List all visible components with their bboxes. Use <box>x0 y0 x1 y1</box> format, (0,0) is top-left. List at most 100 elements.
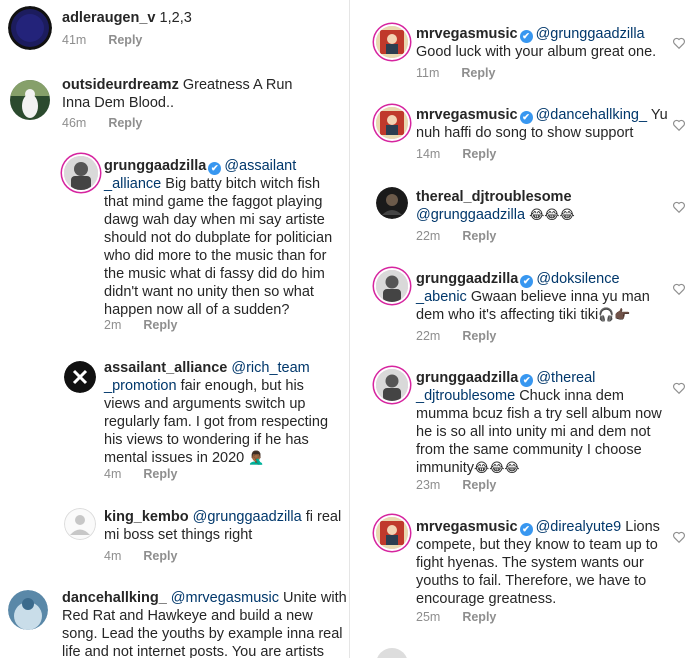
comment-body: mrvegasmusic ✔ @direalyute9 Lions compete,… <box>416 518 676 608</box>
comment-body: grunggaadzilla ✔ @doksilence _abenic Gwaan … <box>416 270 676 325</box>
verified-icon: ✔ <box>520 374 534 387</box>
avatar[interactable] <box>8 590 48 630</box>
comment-body: grunggaadzilla ✔ @assailant _alliance Big b… <box>104 157 344 319</box>
avatar[interactable] <box>8 6 52 50</box>
avatar[interactable] <box>376 369 408 401</box>
like-heart-icon[interactable] <box>672 200 686 214</box>
reply-button[interactable]: Reply <box>143 467 177 481</box>
like-heart-icon[interactable] <box>672 118 686 132</box>
laughing-emoji: 😂😂😂 <box>529 208 575 223</box>
username[interactable]: king_kembo <box>104 509 189 525</box>
avatar[interactable] <box>376 517 408 549</box>
username[interactable]: assailant_alliance <box>104 360 227 376</box>
comment-meta: 11m Reply <box>416 66 495 80</box>
reply-button[interactable]: Reply <box>462 147 496 161</box>
username[interactable]: mrvegasmusic <box>416 26 518 42</box>
verified-icon: ✔ <box>519 523 533 536</box>
username[interactable]: grunggaadzilla <box>416 271 518 287</box>
avatar[interactable] <box>376 26 408 58</box>
comment-meta: 4m Reply <box>104 549 177 563</box>
timestamp: 22m <box>416 329 441 343</box>
laughing-emoji: 😂😂😂 <box>474 461 520 476</box>
timestamp: 23m <box>416 478 441 492</box>
comment-meta: 46m Reply <box>62 116 142 130</box>
mention-link[interactable]: _abenic <box>416 289 467 305</box>
right-comment-column: mrvegasmusic ✔ @grunggaadzilla Good luck w… <box>350 0 700 658</box>
mention-link[interactable]: @grunggaadzilla <box>536 26 645 42</box>
username[interactable]: thereal_djtroublesome <box>416 189 572 205</box>
username[interactable]: dancehallking_ <box>62 590 167 606</box>
reply-button[interactable]: Reply <box>461 66 495 80</box>
facepalm-emoji: 🤦🏾‍♂️ <box>248 451 265 466</box>
timestamp: 14m <box>416 147 441 161</box>
mention-link[interactable]: @grunggaadzilla <box>193 509 302 525</box>
username[interactable]: adleraugen_v <box>62 10 156 26</box>
timestamp: 22m <box>416 229 441 243</box>
mention-link[interactable]: @direalyute9 <box>536 519 622 535</box>
timestamp: 41m <box>62 33 87 47</box>
reply-button[interactable]: Reply <box>108 116 142 130</box>
verified-icon: ✔ <box>520 275 534 288</box>
left-comment-column: adleraugen_v 1,2,3 41m Reply outsideurdre… <box>0 0 350 658</box>
timestamp: 4m <box>104 549 122 563</box>
comment-meta: 2m Reply <box>104 318 177 332</box>
comment-meta: 22m Reply <box>416 229 496 243</box>
comment-body: king_kembo @grunggaadzilla fi real mi bo… <box>104 508 344 544</box>
reply-button[interactable]: Reply <box>462 329 496 343</box>
comment-body: mrvegasmusic ✔ @grunggaadzilla Good luck w… <box>416 25 676 61</box>
mention-link[interactable]: @rich_team <box>231 360 309 376</box>
mention-link[interactable]: _promotion <box>104 378 177 394</box>
reply-button[interactable]: Reply <box>462 610 496 624</box>
avatar[interactable] <box>376 648 408 658</box>
mention-link[interactable]: @mrvegasmusic <box>171 590 279 606</box>
mention-link[interactable]: _alliance <box>104 176 161 192</box>
avatar[interactable] <box>376 107 408 139</box>
avatar[interactable] <box>64 361 96 393</box>
comment-body: thereal_djtroublesome @grunggaadzilla 😂😂… <box>416 188 686 225</box>
comment-meta: 41m Reply <box>62 33 142 47</box>
avatar[interactable] <box>64 508 96 540</box>
mention-link[interactable]: @dancehallking_ <box>536 107 647 123</box>
comment-meta: 23m Reply <box>416 478 496 492</box>
reply-button[interactable]: Reply <box>108 33 142 47</box>
reply-button[interactable]: Reply <box>462 478 496 492</box>
timestamp: 11m <box>416 66 440 80</box>
comment-body: dancehallking_ @mrvegasmusic Unite with … <box>62 589 347 658</box>
timestamp: 2m <box>104 318 122 332</box>
verified-icon: ✔ <box>519 30 533 43</box>
avatar[interactable] <box>10 80 50 120</box>
timestamp: 4m <box>104 467 122 481</box>
comment-body: adleraugen_v 1,2,3 <box>62 9 342 27</box>
username[interactable]: mrvegasmusic <box>416 519 518 535</box>
avatar[interactable] <box>376 187 408 219</box>
verified-icon: ✔ <box>519 111 533 124</box>
mention-link[interactable]: @thereal <box>536 370 595 386</box>
like-heart-icon[interactable] <box>672 282 686 296</box>
timestamp: 25m <box>416 610 441 624</box>
timestamp: 46m <box>62 116 87 130</box>
username[interactable]: mrvegasmusic <box>416 107 518 123</box>
like-heart-icon[interactable] <box>672 36 686 50</box>
like-heart-icon[interactable] <box>672 530 686 544</box>
reply-button[interactable]: Reply <box>143 549 177 563</box>
headphones-emoji: 🎧👉🏿 <box>598 308 631 323</box>
username[interactable]: grunggaadzilla <box>104 158 206 174</box>
avatar[interactable] <box>64 156 98 190</box>
comment-meta: 25m Reply <box>416 610 496 624</box>
comment-body: outsideurdreamz Greatness A Run Inna Dem… <box>62 76 322 112</box>
username[interactable]: grunggaadzilla <box>416 370 518 386</box>
reply-button[interactable]: Reply <box>143 318 177 332</box>
comment-body: mrvegasmusic ✔ @dancehallking_ Yu nuh haff… <box>416 106 686 142</box>
mention-link[interactable]: @doksilence <box>536 271 619 287</box>
reply-button[interactable]: Reply <box>462 229 496 243</box>
mention-link[interactable]: @assailant <box>224 158 296 174</box>
mention-link[interactable]: _djtroublesome <box>416 388 515 404</box>
comment-body: grunggaadzilla ✔ @thereal _djtroublesome Ch… <box>416 369 676 478</box>
mention-link[interactable]: @grunggaadzilla <box>416 207 525 223</box>
avatar[interactable] <box>376 270 408 302</box>
comment-meta: 4m Reply <box>104 467 177 481</box>
like-heart-icon[interactable] <box>672 381 686 395</box>
username[interactable]: outsideurdreamz <box>62 77 179 93</box>
verified-icon: ✔ <box>208 162 222 175</box>
comment-meta: 14m Reply <box>416 147 496 161</box>
